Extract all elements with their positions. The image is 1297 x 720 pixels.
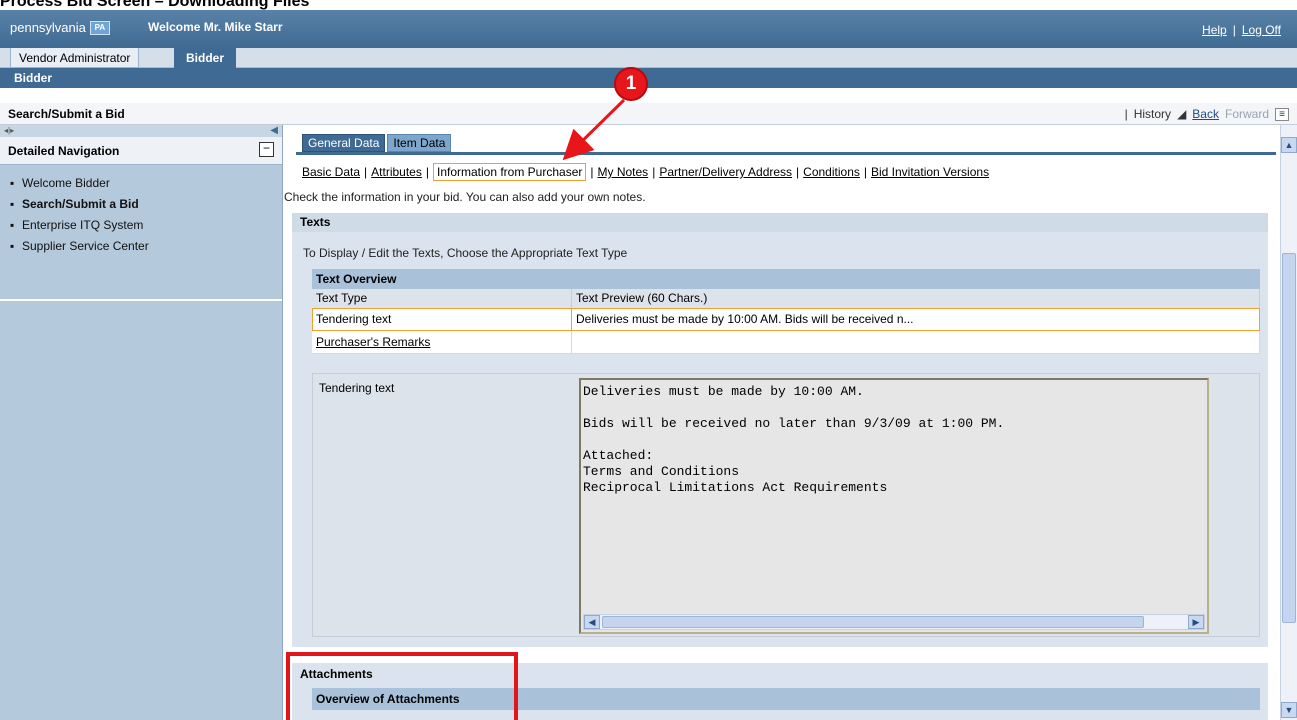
tab-bidder[interactable]: Bidder [174,48,237,68]
page-menu-icon[interactable]: ≡ [1275,107,1289,121]
history-dropdown[interactable]: History [1134,107,1171,121]
vertical-scrollbar[interactable]: ▲ ▼ [1280,125,1297,720]
nav-item-label: Supplier Service Center [22,239,149,253]
bullet-icon: ▪ [10,218,15,232]
history-navigation: | History ◢ Back Forward ≡ [1125,107,1289,121]
column-header-text-type: Text Type [312,289,572,308]
text-overview-title: Text Overview [312,269,1260,289]
text-type-cell[interactable]: Purchaser's Remarks [312,331,572,353]
detailed-navigation-panel: ◂|▸ ◀ Detailed Navigation − ▪ Welcome Bidd… [0,125,283,720]
tab-underline [296,152,1276,155]
horizontal-scroll-thumb[interactable] [602,616,1144,628]
bullet-icon: ▪ [10,197,15,211]
link-separator: | [796,165,800,179]
bullet-icon: ▪ [10,239,15,253]
text-type-cell[interactable]: Tendering text [312,308,572,330]
detailed-navigation-header: Detailed Navigation − [0,137,282,165]
link-information-from-purchaser[interactable]: Information from Purchaser [432,163,587,181]
back-link[interactable]: Back [1192,107,1219,121]
link-my-notes[interactable]: My Notes [598,165,649,179]
tendering-text-box[interactable]: Deliveries must be made by 10:00 AM. Bid… [579,378,1209,634]
scroll-left-icon[interactable]: ◀ [584,615,600,629]
purchasers-remarks-link[interactable]: Purchaser's Remarks [316,335,430,349]
scroll-right-icon[interactable]: ▶ [1188,615,1204,629]
texts-instruction: To Display / Edit the Texts, Choose the … [303,246,628,260]
history-separator: | [1124,107,1128,121]
table-header-row: Text Type Text Preview (60 Chars.) [312,289,1260,308]
link-conditions[interactable]: Conditions [803,165,860,179]
link-bid-invitation-versions[interactable]: Bid Invitation Versions [871,165,989,179]
page-path-bar: Search/Submit a Bid | History ◢ Back For… [0,103,1297,125]
scroll-up-icon[interactable]: ▲ [1281,137,1297,153]
tab-general-data[interactable]: General Data [302,134,386,152]
data-tabs: General Data Item Data [302,134,453,152]
page-title: Search/Submit a Bid [8,107,125,121]
nav-item-label: Welcome Bidder [22,176,110,190]
table-row[interactable]: Tendering text Deliveries must be made b… [312,308,1260,331]
vertical-scroll-thumb[interactable] [1282,253,1296,623]
editor-label: Tendering text [319,381,395,395]
portal-header: pennsylvania PA Welcome Mr. Mike Starr H… [0,10,1297,48]
nav-resize-grip[interactable]: ◂|▸ ◀ [0,125,282,137]
main-content: General Data Item Data Basic Data | Attrib… [284,125,1280,720]
link-attributes[interactable]: Attributes [371,165,422,179]
help-link[interactable]: Help [1202,23,1227,37]
sub-navigation-bar: Bidder [0,68,1297,90]
forward-link: Forward [1224,107,1269,121]
header-separator: | [1232,23,1236,37]
link-partner-delivery-address[interactable]: Partner/Delivery Address [659,165,792,179]
callout-number-badge: 1 [614,67,648,101]
nav-item-label: Search/Submit a Bid [22,197,139,211]
nav-item-welcome-bidder[interactable]: ▪ Welcome Bidder [10,175,282,196]
brand: pennsylvania PA [10,20,110,35]
section-links: Basic Data | Attributes | Information from P… [302,163,989,181]
tendering-text-content: Deliveries must be made by 10:00 AM. Bid… [583,384,1005,495]
highlight-box [286,652,518,720]
pa-logo-icon: PA [89,20,110,35]
link-separator: | [590,165,594,179]
tab-vendor-administrator[interactable]: Vendor Administrator [10,48,140,68]
link-basic-data[interactable]: Basic Data [302,165,360,179]
bullet-icon: ▪ [10,176,15,190]
nav-item-search-submit-bid[interactable]: ▪ Search/Submit a Bid [10,196,282,217]
brand-text: pennsylvania [10,20,86,35]
text-preview-cell [572,331,1260,353]
collapse-button[interactable]: − [259,142,274,157]
column-header-text-preview: Text Preview (60 Chars.) [572,289,1260,308]
link-separator: | [364,165,368,179]
scroll-down-icon[interactable]: ▼ [1281,702,1297,718]
role-tab-bar: Vendor Administrator Bidder [0,48,1297,68]
document-title: Process Bid Screen – Downloading Files [0,0,310,10]
link-separator: | [863,165,867,179]
link-separator: | [652,165,656,179]
detailed-navigation-title: Detailed Navigation [8,144,120,158]
text-preview-cell: Deliveries must be made by 10:00 AM. Bid… [572,308,1260,330]
tab-item-data[interactable]: Item Data [387,134,452,152]
page: Process Bid Screen – Downloading Files p… [0,0,1297,720]
table-row[interactable]: Purchaser's Remarks [312,331,1260,354]
subnav-bidder[interactable]: Bidder [14,71,52,85]
nav-item-enterprise-itq[interactable]: ▪ Enterprise ITQ System [10,217,282,238]
texts-title: Texts [292,213,1268,232]
history-dropdown-icon[interactable]: ◢ [1177,107,1186,121]
texts-panel: Texts To Display / Edit the Texts, Choos… [292,213,1268,647]
header-links: Help | Log Off [1202,23,1281,37]
text-overview-table: Text Overview Text Type Text Preview (60… [312,269,1260,354]
text-editor-area: Tendering text Deliveries must be made b… [312,373,1260,637]
horizontal-scrollbar[interactable]: ◀ ▶ [583,614,1205,630]
navigation-list: ▪ Welcome Bidder ▪ Search/Submit a Bid ▪ En… [0,165,282,301]
collapse-arrow-icon[interactable]: ◀ [270,125,278,137]
nav-item-supplier-service-center[interactable]: ▪ Supplier Service Center [10,238,282,259]
link-separator: | [425,165,429,179]
logoff-link[interactable]: Log Off [1242,23,1281,37]
instruction-text: Check the information in your bid. You c… [284,190,646,204]
welcome-text: Welcome Mr. Mike Starr [148,20,283,34]
nav-item-label: Enterprise ITQ System [22,218,144,232]
